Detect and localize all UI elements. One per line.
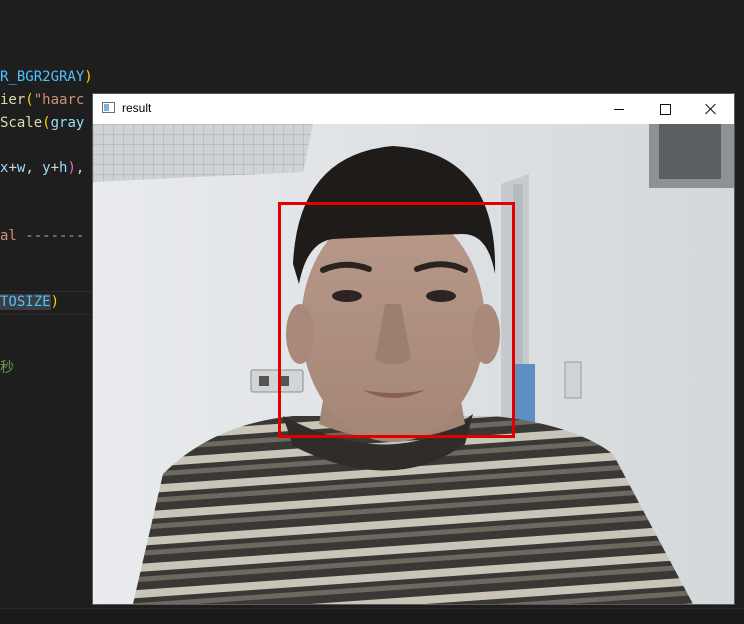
- window-title: result: [122, 101, 152, 115]
- code-token: Scale: [0, 115, 43, 131]
- code-token: (: [25, 92, 34, 108]
- result-window[interactable]: result: [93, 94, 734, 604]
- code-token: R_BGR2GRAY: [0, 69, 85, 85]
- minimize-icon: [614, 108, 624, 110]
- code-line: R_BGR2GRAY): [0, 66, 93, 88]
- close-button[interactable]: [688, 94, 734, 124]
- code-token: al -------: [0, 228, 85, 244]
- code-line: x+w, y+h),: [0, 157, 84, 179]
- code-token: (: [42, 115, 51, 131]
- code-line: Scale(gray: [0, 112, 84, 134]
- window-titlebar[interactable]: result: [93, 94, 734, 124]
- code-token: ): [84, 69, 93, 85]
- code-token: ,: [75, 160, 85, 176]
- code-token: gray: [50, 115, 85, 131]
- close-icon: [705, 103, 717, 115]
- code-line: ier("haarc: [0, 89, 84, 111]
- maximize-button[interactable]: [642, 94, 688, 124]
- code-token: +: [50, 160, 60, 176]
- window-app-icon[interactable]: [102, 102, 115, 113]
- camera-frame-image: [93, 124, 734, 604]
- editor-status-strip: [0, 608, 744, 624]
- code-line: al -------: [0, 225, 84, 247]
- code-token: y: [42, 160, 51, 176]
- code-token: ,: [25, 160, 43, 176]
- maximize-icon: [659, 103, 671, 115]
- code-token: ier: [0, 92, 26, 108]
- face-detection-box: [278, 202, 515, 438]
- code-token: 秒: [0, 360, 14, 376]
- code-line: 秒: [0, 357, 14, 379]
- code-token: +: [8, 160, 17, 176]
- minimize-button[interactable]: [596, 94, 642, 124]
- code-token: ): [67, 160, 76, 176]
- code-token: "haarc: [33, 92, 85, 108]
- current-line-highlight: [0, 291, 95, 315]
